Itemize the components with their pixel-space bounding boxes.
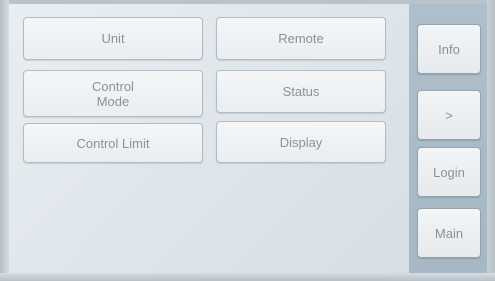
control-mode-button[interactable]: Control Mode (23, 70, 203, 117)
display-button-label: Display (279, 134, 323, 150)
status-button[interactable]: Status (216, 70, 386, 113)
screen-bezel-bottom (0, 273, 495, 281)
remote-button[interactable]: Remote (216, 17, 386, 60)
remote-button-label: Remote (278, 31, 324, 46)
control-limit-button-label: Control Limit (76, 135, 150, 151)
next-arrow-icon: > (445, 107, 453, 123)
screen-bezel-left (0, 0, 9, 281)
sidebar: Info > Login Main (409, 4, 487, 273)
screen-bezel-right (487, 0, 495, 281)
info-button[interactable]: Info (417, 24, 481, 74)
display-button[interactable]: Display (216, 121, 386, 163)
main-button[interactable]: Main (417, 208, 481, 258)
touch-screen: Unit Remote Control Mode Status Control … (0, 0, 495, 281)
login-button-label: Login (433, 164, 465, 180)
control-limit-button[interactable]: Control Limit (23, 123, 203, 163)
unit-button[interactable]: Unit (23, 17, 203, 60)
next-page-button[interactable]: > (417, 90, 481, 140)
main-button-label: Main (434, 225, 464, 241)
control-mode-button-label: Control Mode (92, 78, 134, 109)
info-button-label: Info (438, 41, 460, 57)
status-button-label: Status (282, 84, 320, 99)
login-button[interactable]: Login (417, 147, 481, 197)
menu-area: Unit Remote Control Mode Status Control … (9, 4, 409, 273)
unit-button-label: Unit (101, 31, 125, 46)
